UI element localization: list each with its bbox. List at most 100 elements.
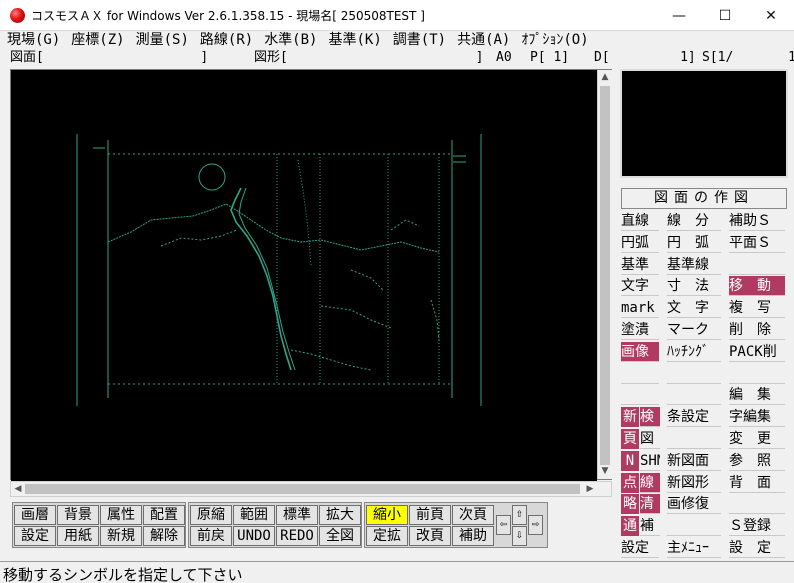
side-button-mid-1[interactable]: 円 弧: [667, 233, 721, 253]
side-button-mid-12[interactable]: 新図形: [667, 473, 721, 493]
minimize-button[interactable]: —: [656, 0, 702, 31]
side-button-left-3[interactable]: 文字: [621, 276, 659, 296]
side-button-mid-13[interactable]: 画修復: [667, 494, 721, 514]
side-button-mid-4[interactable]: 文 字: [667, 298, 721, 318]
figure-name-field: 図形[ ]: [254, 50, 484, 65]
side-button-right-11[interactable]: 参 照: [729, 451, 785, 471]
toolbar-group3-btn-1-2[interactable]: 補助: [452, 526, 494, 546]
menu-zahyo[interactable]: 座標(Z): [64, 31, 128, 50]
toolbar-group3-btn-1-0[interactable]: 定拡: [366, 526, 408, 546]
toolbar-group2-btn-0-3[interactable]: 拡大: [319, 505, 361, 525]
side-split-b-3[interactable]: 線: [640, 473, 660, 493]
toolbar-group2-btn-0-2[interactable]: 標準: [276, 505, 318, 525]
toolbar-group1-btn-1-2[interactable]: 新規: [100, 526, 142, 546]
side-button-right-9[interactable]: 字編集: [729, 407, 785, 427]
toolbar-group3-btn-1-1[interactable]: 改頁: [409, 526, 451, 546]
toolbar-group2-btn-1-0[interactable]: 前戻: [190, 526, 232, 546]
side-split-a-5[interactable]: 通: [621, 516, 639, 536]
toolbar-group2-btn-0-0[interactable]: 原縮: [190, 505, 232, 525]
side-button-mid-6[interactable]: ﾊｯﾁﾝｸﾞ: [667, 342, 721, 362]
toolbar-group1-btn-1-3[interactable]: 解除: [143, 526, 185, 546]
side-button-right-1[interactable]: 平面Ｓ: [729, 233, 785, 253]
toolbar-group1-btn-1-1[interactable]: 用紙: [57, 526, 99, 546]
menu-rosen[interactable]: 路線(R): [193, 31, 257, 50]
toolbar-group1-btn-0-0[interactable]: 画層: [14, 505, 56, 525]
side-button-right-8[interactable]: 編 集: [729, 385, 785, 405]
side-button-mid-11[interactable]: 新図面: [667, 451, 721, 471]
side-button-right-12[interactable]: 背 面: [729, 473, 785, 493]
side-split-b-1[interactable]: 図: [640, 429, 660, 449]
pan-down-icon[interactable]: ⇩: [512, 526, 527, 546]
side-button-mid-0[interactable]: 線 分: [667, 211, 721, 231]
side-button-mid-3[interactable]: 寸 法: [667, 276, 721, 296]
pan-left-icon[interactable]: ⇦: [496, 515, 511, 535]
side-button-mid-9[interactable]: 条設定: [667, 407, 721, 427]
toolbar-group3-btn-0-1[interactable]: 前頁: [409, 505, 451, 525]
menu-chosho[interactable]: 調書(T): [386, 31, 450, 50]
side-split-a-2[interactable]: N: [621, 451, 639, 471]
side-button-left-6[interactable]: 画像: [621, 342, 659, 362]
drawing-canvas[interactable]: [11, 70, 597, 481]
pan-right-icon[interactable]: ⇨: [528, 515, 543, 535]
menu-sokuryo[interactable]: 測量(S): [129, 31, 193, 50]
side-button-left-1[interactable]: 円弧: [621, 233, 659, 253]
vertical-scrollbar[interactable]: ▲ ▼: [597, 70, 612, 479]
status-bar: 移動するシンボルを指定して下さい: [0, 561, 794, 583]
side-empty-mid-14: [667, 516, 721, 536]
scroll-down-icon[interactable]: ▼: [598, 464, 612, 478]
side-button-left-4[interactable]: mark: [621, 298, 659, 318]
side-button-right-3[interactable]: 移 動: [729, 276, 785, 296]
status-message: 移動するシンボルを指定して下さい: [3, 566, 243, 583]
toolbar-group1-btn-1-0[interactable]: 設定: [14, 526, 56, 546]
menu-suijun[interactable]: 水準(B): [257, 31, 321, 50]
toolbar-group2-btn-1-1[interactable]: UNDO: [233, 526, 275, 546]
side-button-right-10[interactable]: 変 更: [729, 429, 785, 449]
side-split-b-4[interactable]: 清: [640, 494, 660, 514]
side-button-right-6[interactable]: PACK削: [729, 342, 785, 362]
side-button-left-0[interactable]: 直線: [621, 211, 659, 231]
side-split-a-4[interactable]: 略: [621, 494, 639, 514]
side-split-b-2[interactable]: SHM: [640, 451, 660, 471]
scroll-left-icon[interactable]: ◀: [11, 482, 25, 496]
menu-genba[interactable]: 現場(G): [0, 31, 64, 50]
side-button-left-15[interactable]: 設定: [621, 538, 659, 558]
side-button-right-15[interactable]: 設 定: [729, 538, 785, 558]
scroll-right-icon[interactable]: ▶: [583, 482, 597, 496]
side-split-b-5[interactable]: 補: [640, 516, 660, 536]
side-button-mid-15[interactable]: 主ﾒﾆｭｰ: [667, 538, 721, 558]
horizontal-scrollbar[interactable]: ◀ ▶: [10, 481, 612, 497]
toolbar-group2-btn-1-2[interactable]: REDO: [276, 526, 318, 546]
horizontal-scroll-thumb[interactable]: [25, 484, 580, 494]
side-split-a-1[interactable]: 頁: [621, 429, 639, 449]
side-button-mid-5[interactable]: マーク: [667, 320, 721, 340]
info-row: 図面[ ] 図形[ ] A0 P[ 1] D[ 1] S[1/ 1]: [0, 50, 794, 66]
side-button-left-2[interactable]: 基準: [621, 255, 659, 275]
side-button-right-4[interactable]: 複 写: [729, 298, 785, 318]
side-split-a-0[interactable]: 新: [621, 407, 639, 427]
close-button[interactable]: ✕: [748, 0, 794, 31]
menu-bar: 現場(G) 座標(Z) 測量(S) 路線(R) 水準(B) 基準(K) 調書(T…: [0, 31, 794, 50]
vertical-scroll-thumb[interactable]: [600, 86, 610, 465]
toolbar-group1-btn-0-3[interactable]: 配置: [143, 505, 185, 525]
side-empty-right-13: [729, 494, 785, 514]
side-button-mid-2[interactable]: 基準線: [667, 255, 721, 275]
toolbar-group3-btn-0-2[interactable]: 次頁: [452, 505, 494, 525]
menu-kijun[interactable]: 基準(K): [321, 31, 385, 50]
maximize-button[interactable]: ☐: [702, 0, 748, 31]
menu-kyotsu[interactable]: 共通(A): [450, 31, 514, 50]
toolbar-group3-btn-0-0[interactable]: 縮小: [366, 505, 408, 525]
side-button-right-14[interactable]: Ｓ登録: [729, 516, 785, 536]
menu-option[interactable]: ｵﾌﾟｼｮﾝ(O): [514, 31, 592, 50]
side-button-right-0[interactable]: 補助Ｓ: [729, 211, 785, 231]
side-split-a-3[interactable]: 点: [621, 473, 639, 493]
toolbar-group2-btn-1-3[interactable]: 全図: [319, 526, 361, 546]
scroll-up-icon[interactable]: ▲: [598, 70, 612, 84]
side-empty-mid-10: [667, 429, 721, 449]
pan-up-icon[interactable]: ⇧: [512, 505, 527, 525]
side-button-right-5[interactable]: 削 除: [729, 320, 785, 340]
toolbar-group2-btn-0-1[interactable]: 範囲: [233, 505, 275, 525]
side-split-b-0[interactable]: 検: [640, 407, 660, 427]
side-button-left-5[interactable]: 塗潰: [621, 320, 659, 340]
toolbar-group1-btn-0-2[interactable]: 属性: [100, 505, 142, 525]
toolbar-group1-btn-0-1[interactable]: 背景: [57, 505, 99, 525]
